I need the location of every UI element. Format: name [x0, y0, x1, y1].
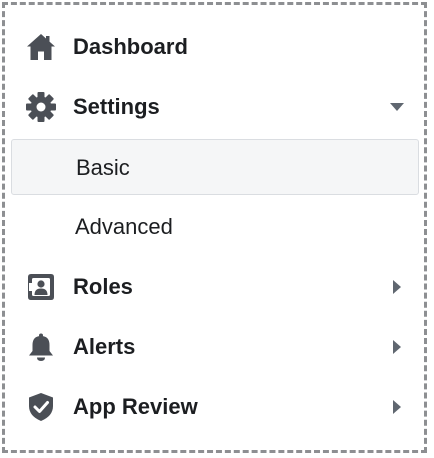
- subnav-item-label: Basic: [76, 155, 130, 180]
- subnav-item-basic[interactable]: Basic: [11, 139, 419, 195]
- nav-item-label: Alerts: [73, 334, 136, 359]
- nav-item-label: Settings: [73, 94, 160, 119]
- chevron-right-icon: [389, 339, 405, 355]
- chevron-right-icon: [389, 399, 405, 415]
- chevron-down-icon: [389, 99, 405, 115]
- nav-item-dashboard[interactable]: Dashboard: [11, 19, 419, 75]
- shield-check-icon: [25, 391, 57, 423]
- nav-item-settings[interactable]: Settings: [11, 79, 419, 135]
- bell-icon: [25, 331, 57, 363]
- subnav-item-label: Advanced: [75, 214, 173, 239]
- subnav-item-advanced[interactable]: Advanced: [11, 199, 419, 255]
- id-badge-icon: [25, 271, 57, 303]
- nav-item-roles[interactable]: Roles: [11, 259, 419, 315]
- sidebar-nav: Dashboard Settings Basic Advanced Roles …: [2, 2, 427, 453]
- chevron-right-icon: [389, 279, 405, 295]
- nav-item-label: Dashboard: [73, 34, 188, 59]
- nav-item-label: App Review: [73, 394, 198, 419]
- home-icon: [25, 31, 57, 63]
- nav-item-app-review[interactable]: App Review: [11, 379, 419, 435]
- nav-item-label: Roles: [73, 274, 133, 299]
- gear-icon: [25, 91, 57, 123]
- nav-item-alerts[interactable]: Alerts: [11, 319, 419, 375]
